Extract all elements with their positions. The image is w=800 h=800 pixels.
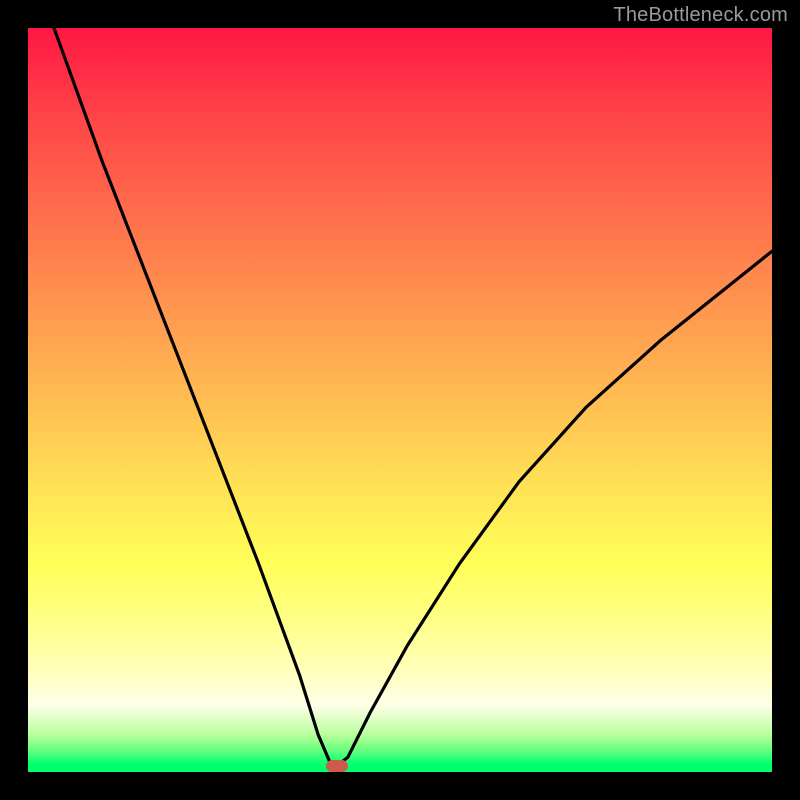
- optimal-point-marker: [326, 760, 348, 772]
- bottleneck-curve-path: [54, 28, 772, 766]
- bottleneck-chart: TheBottleneck.com: [0, 0, 800, 800]
- chart-curve-svg: [0, 0, 800, 800]
- watermark-text: TheBottleneck.com: [613, 4, 788, 27]
